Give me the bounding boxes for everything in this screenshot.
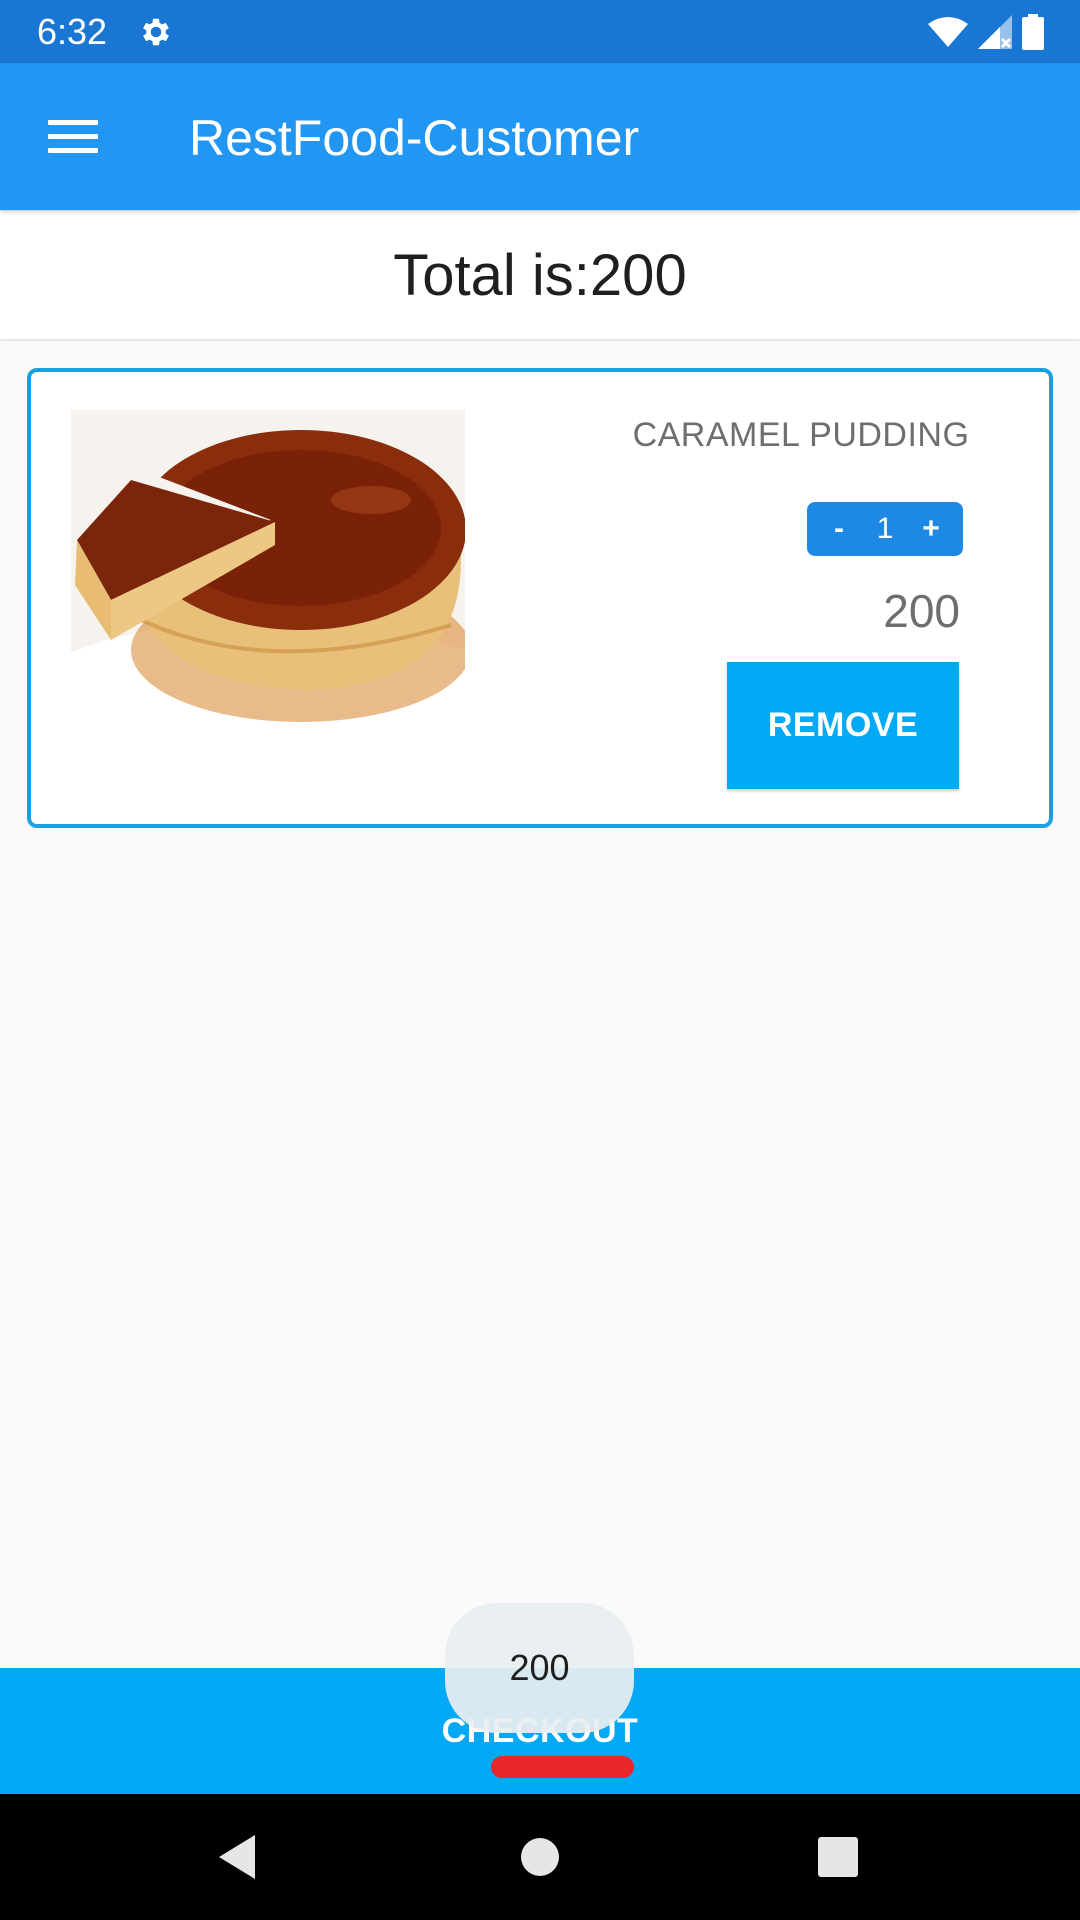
status-time: 6:32 bbox=[37, 11, 108, 52]
hamburger-menu-icon[interactable] bbox=[38, 108, 108, 164]
item-name: CARAMEL PUDDING bbox=[632, 416, 970, 454]
increment-button[interactable]: + bbox=[911, 502, 951, 556]
total-text: Total is:200 bbox=[393, 242, 687, 308]
battery-icon bbox=[1022, 14, 1044, 50]
quantity-stepper: - 1 + bbox=[807, 502, 963, 556]
total-summary: Total is:200 bbox=[0, 211, 1080, 339]
annotation-underline bbox=[491, 1756, 634, 1778]
recents-icon[interactable] bbox=[808, 1827, 868, 1887]
remove-button[interactable]: REMOVE bbox=[727, 662, 959, 789]
decrement-button[interactable]: - bbox=[819, 502, 859, 556]
cart-item-card: CARAMEL PUDDING - 1 + 200 REMOVE bbox=[27, 368, 1053, 828]
app-bar: RestFood-Customer bbox=[0, 63, 1080, 210]
signal-icon bbox=[978, 15, 1012, 49]
gear-icon bbox=[138, 14, 174, 50]
status-icons bbox=[928, 14, 1044, 50]
navigation-bar bbox=[0, 1794, 1080, 1920]
back-icon[interactable] bbox=[211, 1827, 271, 1887]
app-title: RestFood-Customer bbox=[189, 110, 640, 166]
item-image bbox=[71, 410, 465, 738]
status-bar: 6:32 bbox=[0, 0, 1080, 63]
item-price: 200 bbox=[883, 585, 960, 637]
home-icon[interactable] bbox=[510, 1827, 570, 1887]
screen: 6:32 RestFood-Customer Total is:200 CARA… bbox=[0, 0, 1080, 1920]
wifi-icon bbox=[928, 16, 968, 48]
checkout-total-value: 200 bbox=[509, 1647, 570, 1688]
checkout-total-bubble: 200 bbox=[445, 1603, 634, 1733]
quantity-value: 1 bbox=[876, 512, 894, 545]
